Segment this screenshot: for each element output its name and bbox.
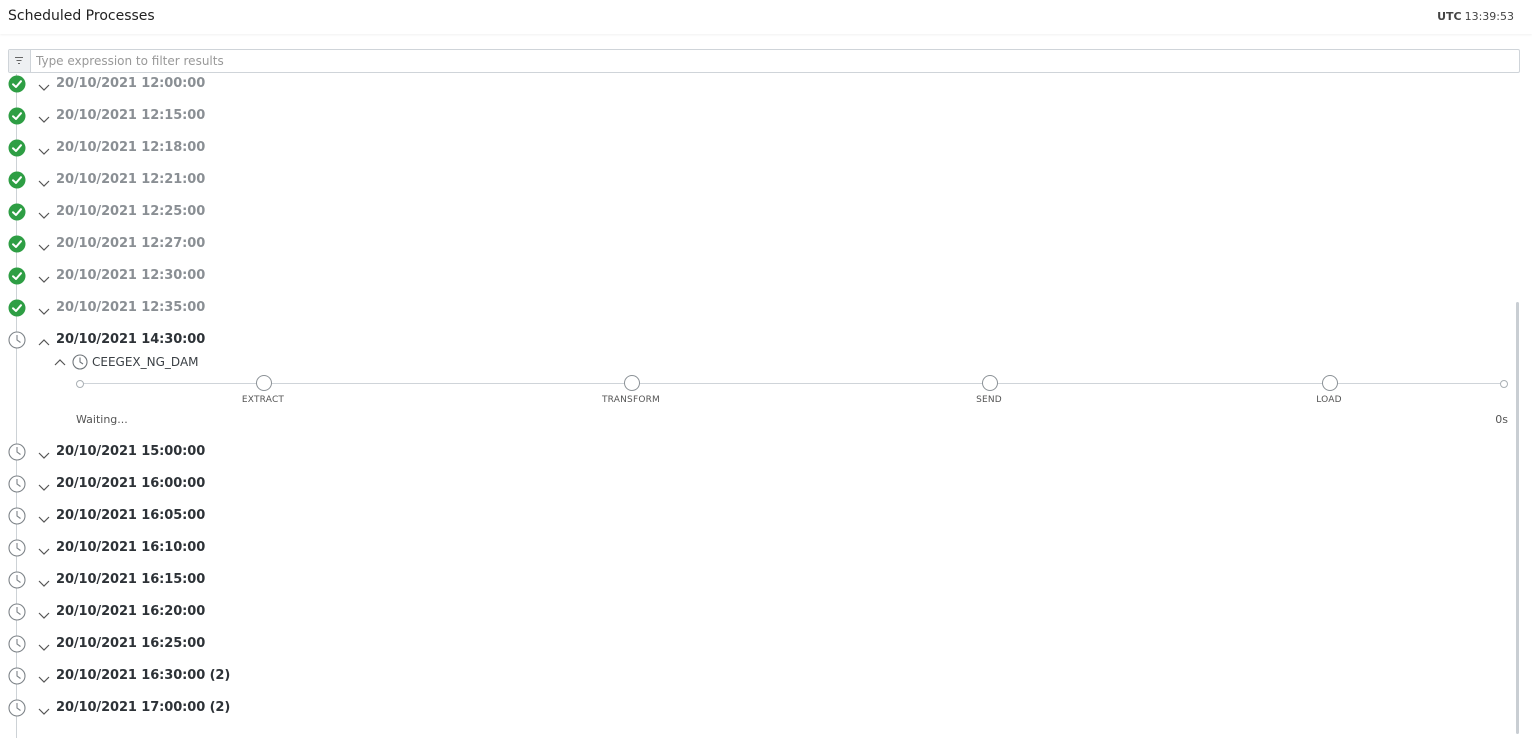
schedule-time-label: 20/10/2021 16:05:00 (56, 508, 206, 523)
schedule-row[interactable]: 20/10/2021 12:35:00 (0, 292, 1500, 324)
chevron-down-icon[interactable] (38, 206, 50, 219)
success-check-icon (8, 171, 26, 189)
current-time: 13:39:53 (1464, 10, 1514, 23)
schedule-row[interactable]: 20/10/2021 16:10:00 (0, 532, 1500, 564)
schedule-time-label: 20/10/2021 12:27:00 (56, 236, 206, 251)
chevron-down-icon[interactable] (38, 142, 50, 155)
chevron-down-icon[interactable] (38, 238, 50, 251)
schedule-time-label: 20/10/2021 16:25:00 (56, 636, 206, 651)
chevron-down-icon[interactable] (38, 270, 50, 283)
schedule-row[interactable]: 20/10/2021 12:18:00 (0, 132, 1500, 164)
schedule-time-label: 20/10/2021 12:15:00 (56, 108, 206, 123)
chevron-down-icon[interactable] (38, 478, 50, 491)
chevron-up-icon[interactable] (38, 334, 50, 346)
schedule-row[interactable]: 20/10/2021 12:15:00 (0, 100, 1500, 132)
process-duration: 0s (1495, 413, 1508, 426)
chevron-down-icon[interactable] (38, 446, 50, 459)
success-check-icon (8, 267, 26, 285)
filter-bar (8, 49, 1520, 73)
clock-icon (8, 635, 26, 653)
schedule-time-label: 20/10/2021 12:30:00 (56, 268, 206, 283)
chevron-down-icon[interactable] (38, 606, 50, 619)
stage-node[interactable] (982, 375, 998, 391)
chevron-down-icon[interactable] (38, 574, 50, 587)
chevron-down-icon[interactable] (38, 110, 50, 123)
schedule-time-label: 20/10/2021 16:10:00 (56, 540, 206, 555)
stage-node[interactable] (1322, 375, 1338, 391)
scrollbar[interactable] (1516, 302, 1519, 734)
chevron-down-icon[interactable] (38, 174, 50, 187)
stage-label: SEND (976, 395, 1002, 405)
stage-label: EXTRACT (241, 395, 285, 405)
schedule-time-label: 20/10/2021 15:00:00 (56, 444, 206, 459)
utc-clock: UTC 13:39:53 (1437, 10, 1514, 23)
schedule-row[interactable]: 20/10/2021 12:21:00 (0, 164, 1500, 196)
schedule-row[interactable]: 20/10/2021 16:30:00 (2) (0, 660, 1500, 692)
pipeline-start-dot (76, 380, 84, 388)
schedule-row[interactable]: 20/10/2021 12:00:00 (0, 74, 1500, 100)
schedule-row[interactable]: 20/10/2021 16:00:00 (0, 468, 1500, 500)
stage-label: TRANSFORM (601, 395, 661, 405)
process-timeline: 20/10/2021 12:00:00 20/10/2021 12:15:00 20… (0, 74, 1532, 738)
process-name: CEEGEX_NG_DAM (92, 355, 199, 369)
chevron-up-icon[interactable] (54, 357, 66, 369)
schedule-time-label: 20/10/2021 14:30:00 (56, 332, 206, 347)
schedule-row[interactable]: 20/10/2021 12:25:00 (0, 196, 1500, 228)
clock-icon (8, 667, 26, 685)
clock-icon (72, 354, 88, 370)
schedule-time-label: 20/10/2021 16:00:00 (56, 476, 206, 491)
stage-node[interactable] (256, 375, 272, 391)
success-check-icon (8, 235, 26, 253)
clock-icon (8, 475, 26, 493)
clock-icon (8, 331, 26, 349)
schedule-row[interactable]: 20/10/2021 16:15:00 (0, 564, 1500, 596)
process-pipeline: EXTRACT TRANSFORM SEND LOAD (76, 374, 1512, 424)
success-check-icon (8, 107, 26, 125)
schedule-row[interactable]: 20/10/2021 16:20:00 (0, 596, 1500, 628)
page-title: Scheduled Processes (8, 8, 155, 24)
pipeline-track (80, 383, 1504, 384)
stage-label: LOAD (1316, 395, 1342, 405)
schedule-row[interactable]: 20/10/2021 15:00:00 (0, 436, 1500, 468)
success-check-icon (8, 299, 26, 317)
schedule-time-label: 20/10/2021 12:18:00 (56, 140, 206, 155)
clock-icon (8, 603, 26, 621)
schedule-row[interactable]: 20/10/2021 12:27:00 (0, 228, 1500, 260)
clock-icon (8, 443, 26, 461)
schedule-time-label: 20/10/2021 17:00:00 (2) (56, 700, 231, 715)
clock-icon (8, 571, 26, 589)
clock-icon (8, 699, 26, 717)
header-bar: Scheduled Processes UTC 13:39:53 (0, 0, 1532, 34)
schedule-row[interactable]: 20/10/2021 16:25:00 (0, 628, 1500, 660)
chevron-down-icon[interactable] (38, 542, 50, 555)
schedule-time-label: 20/10/2021 12:21:00 (56, 172, 206, 187)
success-check-icon (8, 139, 26, 157)
process-state: Waiting... (76, 413, 128, 426)
schedule-time-label: 20/10/2021 16:30:00 (2) (56, 668, 231, 683)
chevron-down-icon[interactable] (38, 302, 50, 315)
clock-icon (8, 539, 26, 557)
timezone-label: UTC (1437, 10, 1462, 23)
success-check-icon (8, 75, 26, 93)
schedule-row[interactable]: 20/10/2021 17:00:00 (2) (0, 692, 1500, 724)
chevron-down-icon[interactable] (38, 510, 50, 523)
pipeline-end-dot (1500, 380, 1508, 388)
filter-icon[interactable] (9, 50, 31, 72)
chevron-down-icon[interactable] (38, 638, 50, 651)
schedule-time-label: 20/10/2021 16:20:00 (56, 604, 206, 619)
stage-node[interactable] (624, 375, 640, 391)
schedule-row[interactable]: 20/10/2021 12:30:00 (0, 260, 1500, 292)
schedule-time-label: 20/10/2021 12:00:00 (56, 76, 206, 91)
chevron-down-icon[interactable] (38, 670, 50, 683)
schedule-time-label: 20/10/2021 12:35:00 (56, 300, 206, 315)
success-check-icon (8, 203, 26, 221)
schedule-row[interactable]: 20/10/2021 16:05:00 (0, 500, 1500, 532)
schedule-time-label: 20/10/2021 12:25:00 (56, 204, 206, 219)
schedule-row[interactable]: 20/10/2021 14:30:00 (0, 324, 1500, 356)
clock-icon (8, 507, 26, 525)
chevron-down-icon[interactable] (38, 78, 50, 91)
chevron-down-icon[interactable] (38, 702, 50, 715)
schedule-time-label: 20/10/2021 16:15:00 (56, 572, 206, 587)
filter-input[interactable] (36, 52, 1506, 70)
